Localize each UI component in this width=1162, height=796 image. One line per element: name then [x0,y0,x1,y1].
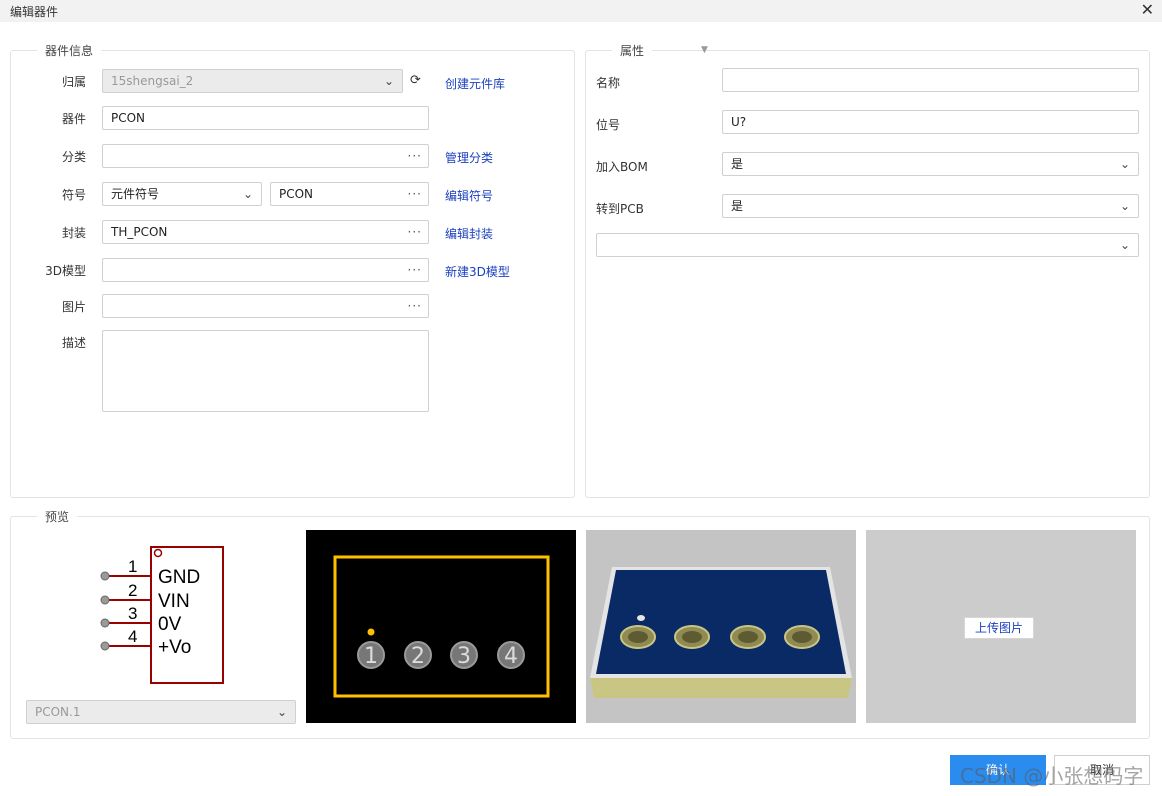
symbol-type-select[interactable]: 元件符号 ⌄ [102,182,262,206]
image-input[interactable]: ··· [102,294,429,318]
footprint-value: TH_PCON [111,225,168,239]
chevron-down-icon: ⌄ [242,187,253,201]
symbol-value: PCON [279,187,314,201]
footprint-input[interactable]: TH_PCON ··· [102,220,429,244]
upload-image-button[interactable]: 上传图片 [964,617,1034,639]
symbol-variant-value: PCON.1 [35,705,81,719]
to-pcb-value: 是 [731,199,744,213]
chevron-down-icon: ⌄ [276,705,287,719]
pin-number: 2 [128,581,137,600]
component-info-legend: 器件信息 [45,44,94,58]
preview-legend: 预览 [45,510,70,524]
triangle-down-icon[interactable]: ▼ [701,45,708,55]
more-icon[interactable]: ··· [408,295,422,317]
pad-label: 2 [411,644,425,669]
description-textarea[interactable] [102,330,429,412]
more-icon[interactable]: ··· [408,221,422,243]
pin-number: 4 [128,627,137,646]
owner-value: 15shengsai_2 [111,74,194,88]
add-bom-label: 加入BOM [596,160,648,174]
to-pcb-select[interactable]: 是 ⌄ [722,194,1139,218]
silkscreen-outline [333,555,550,698]
name-label: 名称 [596,76,621,90]
pin1-marker [153,548,163,558]
model3d-preview [586,530,856,723]
device-value: PCON [111,111,146,125]
cancel-button[interactable]: 取消 [1054,755,1150,785]
confirm-button[interactable]: 确认 [950,755,1046,785]
designator-value: U? [731,115,747,129]
category-input[interactable]: ··· [102,144,429,168]
category-label: 分类 [61,150,86,164]
symbol-type-value: 元件符号 [111,187,160,201]
attributes-legend: 属性 [620,44,645,58]
designator-input[interactable]: U? [722,110,1139,134]
pin1-mark [637,615,645,621]
model3d-drawing [590,567,852,698]
more-icon[interactable]: ··· [408,145,422,167]
manage-category-link[interactable]: 管理分类 [445,149,493,166]
footprint-label: 封装 [61,226,86,240]
footprint-drawing: 1 2 3 4 [333,555,550,698]
refresh-icon[interactable]: ⟳ [410,73,421,88]
owner-label: 归属 [61,75,86,89]
pin-name: VIN [158,591,190,612]
create-library-link[interactable]: 创建元件库 [445,75,505,92]
symbol-drawing: 1 GND 2 VIN 3 0V 4 +Vo [100,546,224,684]
window-title: 编辑器件 [10,5,59,19]
symbol-variant-select: PCON.1 ⌄ [26,700,296,724]
footprint-preview: 1 2 3 4 [306,530,576,723]
chevron-down-icon: ⌄ [1119,238,1130,252]
more-icon[interactable]: ··· [408,183,422,205]
edit-symbol-link[interactable]: 编辑符号 [445,187,493,204]
pin-name: GND [158,567,200,588]
symbol-input[interactable]: PCON ··· [270,182,429,206]
pad-label: 4 [504,644,518,669]
to-pcb-label: 转到PCB [596,202,644,216]
add-bom-value: 是 [731,157,744,171]
more-icon[interactable]: ··· [408,259,422,281]
edit-footprint-link[interactable]: 编辑封装 [445,225,493,242]
designator-label: 位号 [596,118,621,132]
add-bom-select[interactable]: 是 ⌄ [722,152,1139,176]
chevron-down-icon: ⌄ [1119,199,1130,213]
pin-endpoint [100,571,110,581]
name-input[interactable] [722,68,1139,92]
pin-endpoint [100,641,110,651]
pad-label: 1 [364,644,378,669]
symbol-label: 符号 [61,188,86,202]
pin-endpoint [100,618,110,628]
device-input[interactable]: PCON [102,106,429,130]
pin-name: +Vo [158,637,191,658]
new-3d-model-link[interactable]: 新建3D模型 [445,263,510,280]
model3d-input[interactable]: ··· [102,258,429,282]
pin-number: 1 [128,557,137,576]
pad-label: 3 [457,644,471,669]
model3d-label: 3D模型 [45,264,86,278]
pin-endpoint [100,595,110,605]
board-side [590,678,852,698]
attribute-extra-select[interactable]: ⌄ [596,233,1139,257]
pin-name: 0V [158,614,182,635]
close-icon[interactable]: ✕ [1141,1,1154,19]
description-label: 描述 [61,336,86,350]
device-label: 器件 [61,112,86,126]
pin1-dot [367,628,375,636]
image-label: 图片 [61,300,86,314]
chevron-down-icon: ⌄ [1119,157,1130,171]
owner-select: 15shengsai_2 ⌄ [102,69,403,93]
board-top [596,570,846,674]
chevron-down-icon: ⌄ [383,74,394,88]
symbol-preview: 1 GND 2 VIN 3 0V 4 +Vo [26,530,296,700]
title-bar: 编辑器件 ✕ [0,0,1162,22]
pin-number: 3 [128,604,137,623]
